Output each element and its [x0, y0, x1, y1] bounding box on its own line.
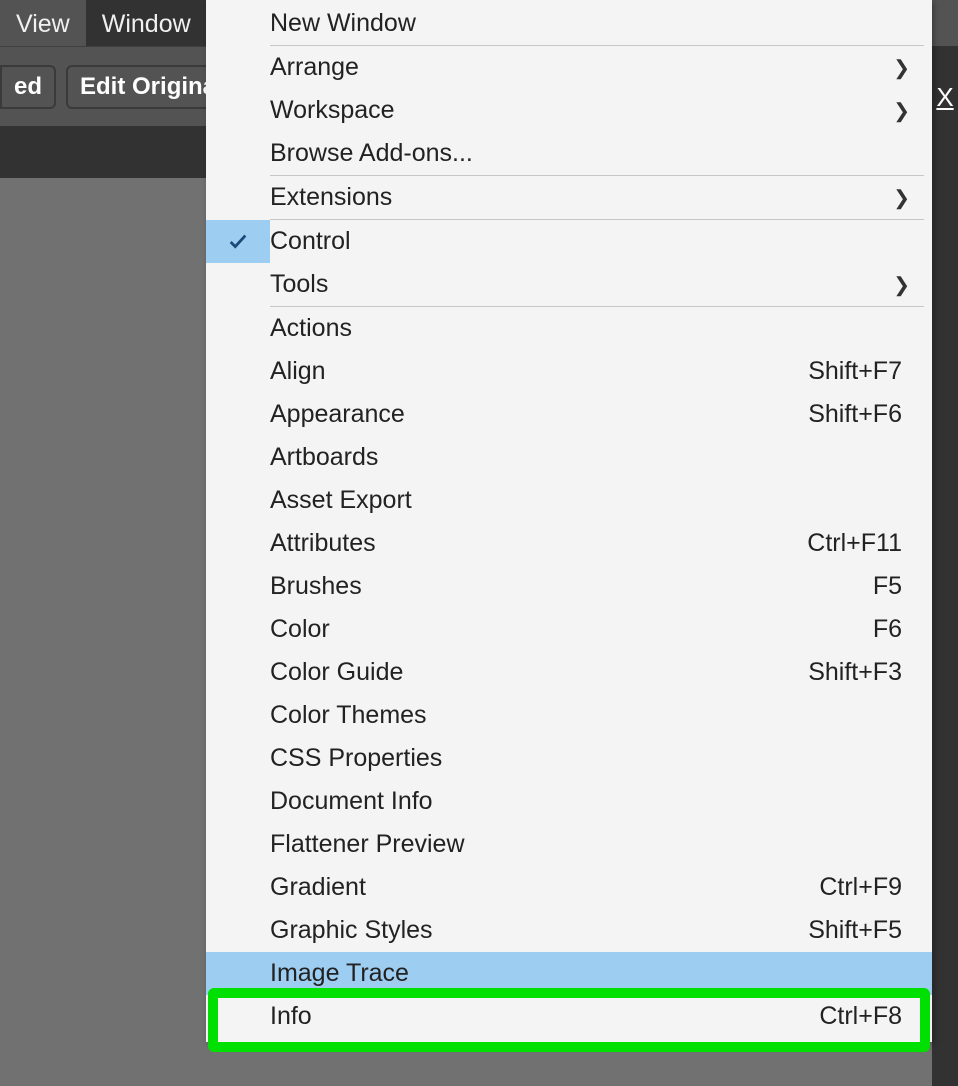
submenu-arrow-icon: ❯: [893, 272, 910, 297]
menu-image-trace[interactable]: Image Trace: [206, 952, 932, 995]
menu-asset-export[interactable]: Asset Export: [206, 479, 932, 522]
menu-document-info[interactable]: Document Info: [206, 780, 932, 823]
menu-color-themes[interactable]: Color Themes: [206, 694, 932, 737]
toolbar-button-partial[interactable]: ed: [0, 65, 56, 109]
menu-attributes[interactable]: AttributesCtrl+F11: [206, 522, 932, 565]
check-icon: [206, 220, 270, 263]
menu-align[interactable]: AlignShift+F7: [206, 350, 932, 393]
menu-workspace[interactable]: Workspace ❯: [206, 89, 932, 132]
window-menu-dropdown: New Window Arrange ❯ Workspace ❯ Browse …: [206, 0, 932, 1042]
menu-color-guide[interactable]: Color GuideShift+F3: [206, 651, 932, 694]
menu-view[interactable]: View: [0, 0, 86, 46]
menu-control[interactable]: Control: [206, 220, 932, 263]
close-icon[interactable]: X: [936, 82, 953, 112]
menu-brushes[interactable]: BrushesF5: [206, 565, 932, 608]
menu-new-window[interactable]: New Window: [206, 2, 932, 45]
menu-appearance[interactable]: AppearanceShift+F6: [206, 393, 932, 436]
menu-gradient[interactable]: GradientCtrl+F9: [206, 866, 932, 909]
submenu-arrow-icon: ❯: [893, 185, 910, 210]
menu-artboards[interactable]: Artboards: [206, 436, 932, 479]
menu-flattener-preview[interactable]: Flattener Preview: [206, 823, 932, 866]
menu-info[interactable]: InfoCtrl+F8: [206, 995, 932, 1038]
panel-dock[interactable]: X: [932, 46, 958, 1086]
menu-color[interactable]: ColorF6: [206, 608, 932, 651]
menu-actions[interactable]: Actions: [206, 307, 932, 350]
menu-tools[interactable]: Tools ❯: [206, 263, 932, 306]
menu-css-properties[interactable]: CSS Properties: [206, 737, 932, 780]
menu-extensions[interactable]: Extensions ❯: [206, 176, 932, 219]
menu-browse-addons[interactable]: Browse Add-ons...: [206, 132, 932, 175]
submenu-arrow-icon: ❯: [893, 98, 910, 123]
menu-graphic-styles[interactable]: Graphic StylesShift+F5: [206, 909, 932, 952]
submenu-arrow-icon: ❯: [893, 55, 910, 80]
menu-window[interactable]: Window: [86, 0, 207, 46]
menu-arrange[interactable]: Arrange ❯: [206, 46, 932, 89]
